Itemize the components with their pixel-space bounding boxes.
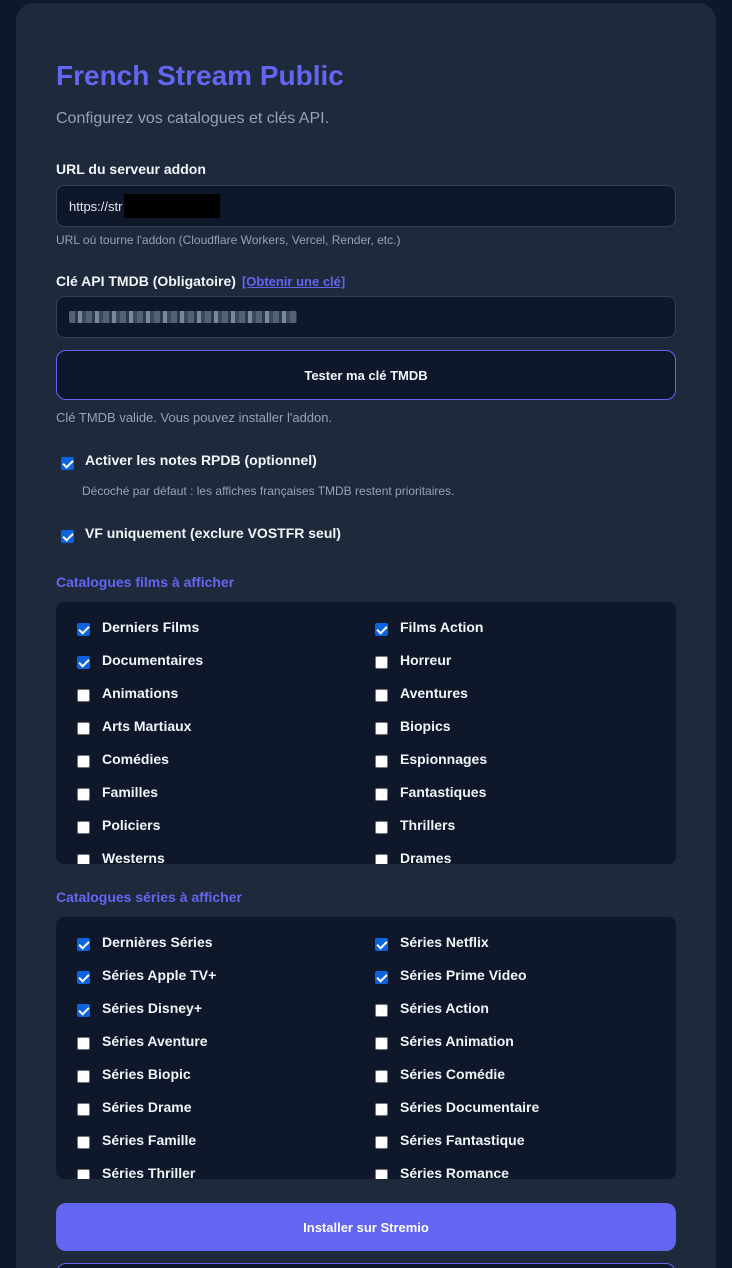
film-catalog-label: Animations <box>102 685 179 701</box>
vf-only-label: VF uniquement (exclure VOSTFR seul) <box>85 525 341 541</box>
series-catalog-checkbox[interactable] <box>77 1037 90 1050</box>
series-catalog-label: Séries Thriller <box>102 1165 196 1179</box>
series-catalog-checkbox[interactable] <box>77 1004 90 1017</box>
film-catalog-label: Films Action <box>400 619 484 635</box>
film-catalog-checkbox[interactable] <box>77 656 90 669</box>
series-catalog-checkbox[interactable] <box>375 1169 388 1179</box>
series-catalog-label: Séries Disney+ <box>102 1000 203 1016</box>
film-catalog-label: Thrillers <box>400 817 456 833</box>
tmdb-key-label-text: Clé API TMDB (Obligatoire) <box>56 273 236 289</box>
film-catalog-label: Westerns <box>102 850 165 864</box>
series-section-title: Catalogues séries à afficher <box>56 889 242 905</box>
series-catalog-checkbox[interactable] <box>375 1070 388 1083</box>
series-catalog-label: Séries Animation <box>400 1033 514 1049</box>
films-section-title: Catalogues films à afficher <box>56 574 235 590</box>
film-catalog-label: Arts Martiaux <box>102 718 192 734</box>
series-catalog-label: Séries Aventure <box>102 1033 208 1049</box>
series-catalog-checkbox[interactable] <box>375 938 388 951</box>
get-key-link[interactable]: [Obtenir une clé] <box>242 274 345 289</box>
series-catalog-checkbox[interactable] <box>375 1037 388 1050</box>
series-catalog-label: Séries Drame <box>102 1099 192 1115</box>
series-catalog-label: Séries Romance <box>400 1165 509 1179</box>
series-catalog-checkbox[interactable] <box>375 971 388 984</box>
film-catalog-label: Horreur <box>400 652 452 668</box>
film-catalog-checkbox[interactable] <box>375 656 388 669</box>
page-title: French Stream Public <box>56 60 344 91</box>
film-catalog-label: Derniers Films <box>102 619 200 635</box>
series-catalog-label: Séries Biopic <box>102 1066 191 1082</box>
film-catalog-checkbox[interactable] <box>77 854 90 864</box>
series-catalog-label: Séries Famille <box>102 1132 197 1148</box>
series-catalog-label: Séries Comédie <box>400 1066 506 1082</box>
film-catalog-label: Biopics <box>400 718 451 734</box>
server-url-value: https://str <box>69 198 123 214</box>
series-catalog-checkbox[interactable] <box>375 1136 388 1149</box>
film-catalog-checkbox[interactable] <box>375 854 388 864</box>
film-catalog-label: Comédies <box>102 751 169 767</box>
film-catalog-checkbox[interactable] <box>77 821 90 834</box>
tmdb-status-text: Clé TMDB valide. Vous pouvez installer l… <box>56 410 333 425</box>
page-subtitle: Configurez vos catalogues et clés API. <box>56 110 330 127</box>
series-catalog-label: Séries Netflix <box>400 934 489 950</box>
film-catalog-label: Espionnages <box>400 751 488 767</box>
films-catalog-list[interactable]: Derniers Films Films Action Documentaires H… <box>56 602 676 864</box>
series-catalog-list[interactable]: Dernières Séries Séries Netflix Séries App… <box>56 917 676 1179</box>
film-catalog-checkbox[interactable] <box>77 755 90 768</box>
server-url-label: URL du serveur addon <box>56 161 206 177</box>
series-catalog-checkbox[interactable] <box>375 1004 388 1017</box>
tmdb-key-input[interactable] <box>56 296 676 338</box>
rpdb-checkbox[interactable] <box>61 457 74 470</box>
film-catalog-checkbox[interactable] <box>77 722 90 735</box>
film-catalog-label: Policiers <box>102 817 161 833</box>
secondary-button[interactable] <box>56 1263 676 1268</box>
film-catalog-label: Fantastiques <box>400 784 487 800</box>
install-stremio-button[interactable]: Installer sur Stremio <box>56 1203 676 1251</box>
series-catalog-checkbox[interactable] <box>77 1169 90 1179</box>
test-tmdb-key-button[interactable]: Tester ma clé TMDB <box>56 350 676 400</box>
film-catalog-checkbox[interactable] <box>375 689 388 702</box>
vf-only-checkbox[interactable] <box>61 530 74 543</box>
rpdb-hint: Décoché par défaut : les affiches frança… <box>82 484 455 498</box>
redaction-box <box>124 194 221 218</box>
series-catalog-checkbox[interactable] <box>77 1136 90 1149</box>
film-catalog-checkbox[interactable] <box>375 623 388 636</box>
film-catalog-checkbox[interactable] <box>77 689 90 702</box>
film-catalog-label: Drames <box>400 850 452 864</box>
film-catalog-checkbox[interactable] <box>77 623 90 636</box>
series-catalog-checkbox[interactable] <box>77 938 90 951</box>
server-url-input[interactable]: https://str <box>56 185 676 227</box>
film-catalog-label: Familles <box>102 784 159 800</box>
blurred-key <box>69 311 297 323</box>
series-catalog-label: Séries Documentaire <box>400 1099 540 1115</box>
film-catalog-checkbox[interactable] <box>375 755 388 768</box>
series-catalog-label: Séries Apple TV+ <box>102 967 217 983</box>
series-catalog-checkbox[interactable] <box>77 1070 90 1083</box>
server-url-hint: URL où tourne l'addon (Cloudflare Worker… <box>56 233 401 247</box>
series-catalog-label: Dernières Séries <box>102 934 213 950</box>
film-catalog-label: Documentaires <box>102 652 204 668</box>
series-catalog-checkbox[interactable] <box>77 971 90 984</box>
rpdb-label: Activer les notes RPDB (optionnel) <box>85 452 317 468</box>
film-catalog-checkbox[interactable] <box>77 788 90 801</box>
series-catalog-checkbox[interactable] <box>77 1103 90 1116</box>
film-catalog-checkbox[interactable] <box>375 821 388 834</box>
film-catalog-label: Aventures <box>400 685 468 701</box>
series-catalog-label: Séries Fantastique <box>400 1132 525 1148</box>
tmdb-key-label: Clé API TMDB (Obligatoire) [Obtenir une c… <box>56 273 345 289</box>
film-catalog-checkbox[interactable] <box>375 788 388 801</box>
series-catalog-checkbox[interactable] <box>375 1103 388 1116</box>
film-catalog-checkbox[interactable] <box>375 722 388 735</box>
series-catalog-label: Séries Action <box>400 1000 489 1016</box>
series-catalog-label: Séries Prime Video <box>400 967 527 983</box>
